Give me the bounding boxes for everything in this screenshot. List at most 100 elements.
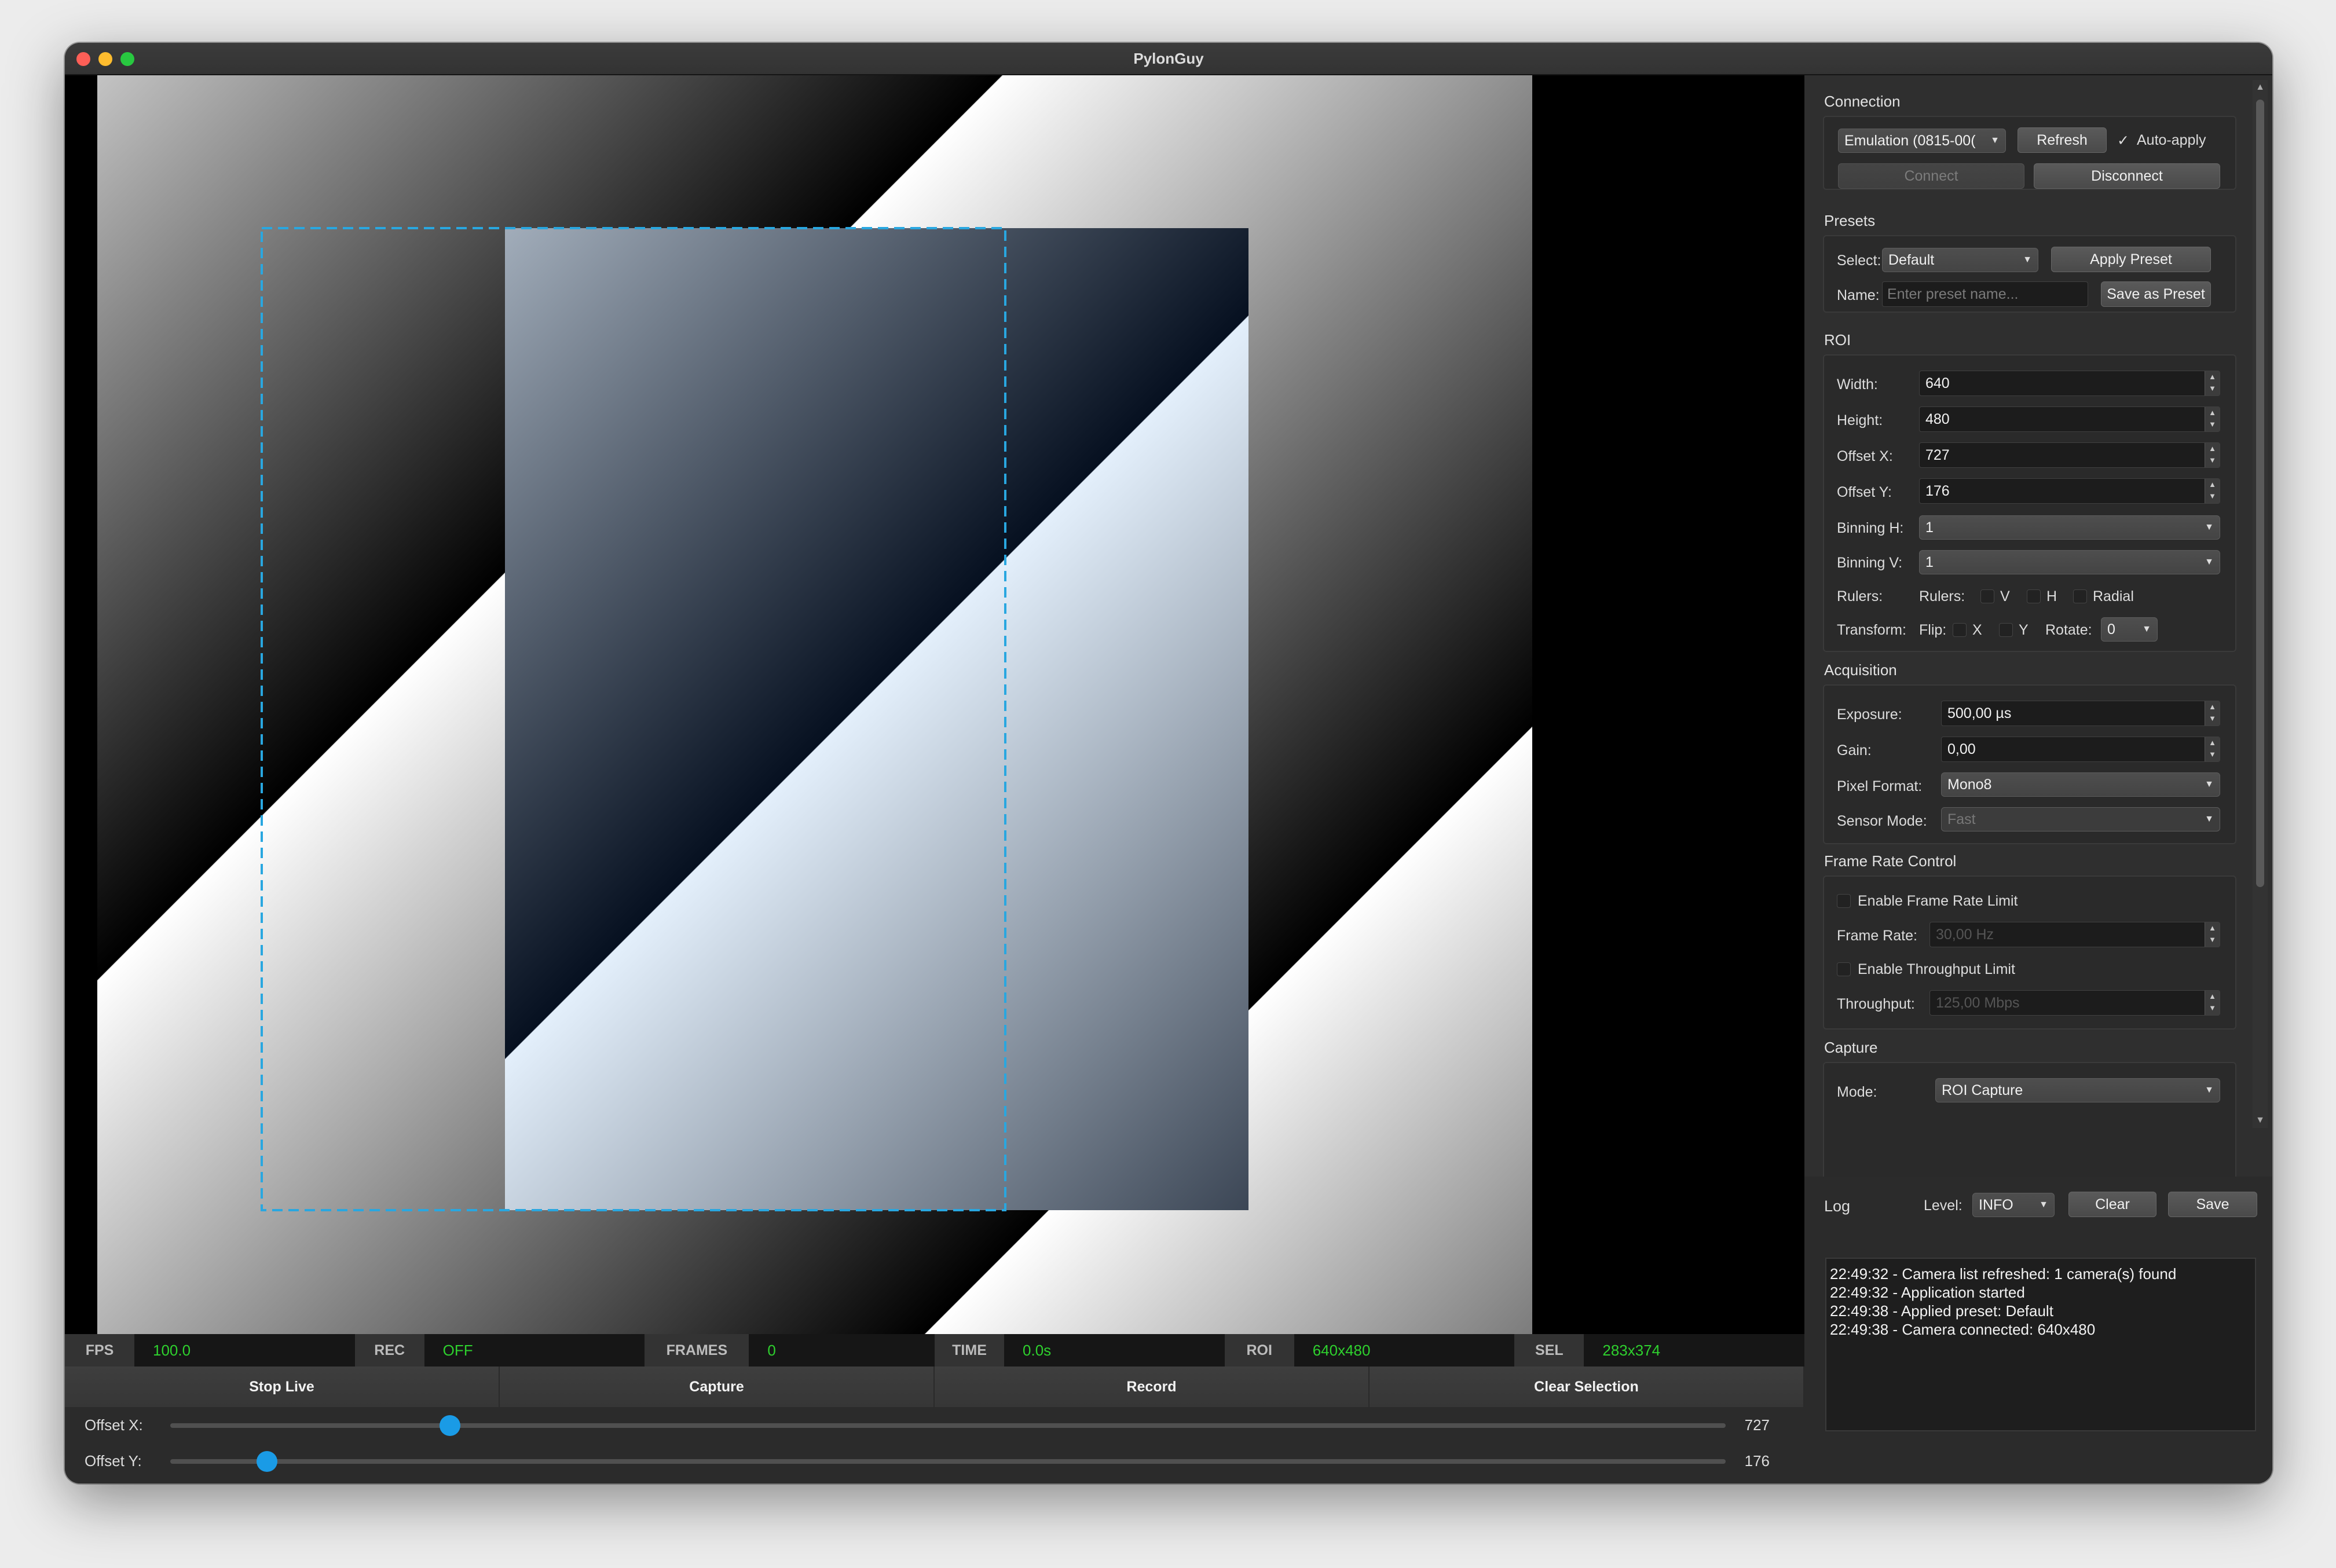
refresh-button[interactable]: Refresh — [2018, 127, 2107, 153]
flip-x-label: X — [1972, 622, 1982, 638]
gain-label: Gain: — [1837, 742, 1872, 759]
spin-arrows-icon[interactable]: ▲ ▼ — [2205, 443, 2220, 467]
scrollbar-thumb[interactable] — [2256, 100, 2264, 887]
roi-width-label: Width: — [1837, 376, 1878, 393]
log-level-select[interactable]: INFO ▼ — [1972, 1193, 2055, 1217]
frame-rate-spinbox[interactable]: 30,00 Hz ▲ ▼ — [1929, 922, 2220, 947]
camera-viewer[interactable] — [65, 75, 1804, 1334]
pixel-format-select[interactable]: Mono8 ▼ — [1941, 772, 2220, 797]
capture-title: Capture — [1824, 1039, 1878, 1056]
camera-select[interactable]: Emulation (0815-00(▼ — [1838, 129, 2006, 153]
apply-preset-button[interactable]: Apply Preset — [2051, 247, 2211, 272]
capture-button[interactable]: Capture — [500, 1366, 935, 1407]
roi-offset-x-label: Offset X: — [1837, 448, 1893, 464]
preset-select-label: Select: — [1837, 252, 1881, 269]
binning-v-label: Binning V: — [1837, 555, 1903, 571]
flip-y-checkbox[interactable] — [1999, 623, 2013, 637]
clear-selection-button[interactable]: Clear Selection — [1370, 1366, 1804, 1407]
exposure-label: Exposure: — [1837, 706, 1902, 723]
status-roi: ROI 640x480 — [1224, 1334, 1515, 1366]
offset-x-row: Offset X: 727 — [65, 1407, 1804, 1443]
ruler-v-checkbox[interactable] — [1980, 589, 1994, 603]
capture-mode-select[interactable]: ROI Capture ▼ — [1935, 1078, 2220, 1102]
binning-v-select[interactable]: 1 ▼ — [1919, 550, 2220, 574]
settings-scrollbar[interactable]: ▲ ▼ — [2253, 80, 2268, 1128]
save-log-button[interactable]: Save — [2168, 1192, 2257, 1217]
spin-arrows-icon[interactable]: ▲ ▼ — [2205, 922, 2220, 947]
chevron-down-icon: ▼ — [2205, 1085, 2214, 1095]
flip-x-checkbox[interactable] — [1953, 623, 1967, 637]
rulers-label: Rulers: — [1837, 588, 1883, 605]
scroll-down-icon[interactable]: ▼ — [2255, 1115, 2265, 1126]
ruler-radial-label: Radial — [2093, 588, 2134, 605]
roi-group: Width: 640 ▲ ▼ Height: 480 ▲ ▼ Offset X: 727… — [1823, 354, 2236, 652]
action-bar: Stop Live Capture Record Clear Selection — [65, 1366, 1804, 1407]
offset-x-slider[interactable] — [170, 1423, 1726, 1428]
gain-spinbox[interactable]: 0,00 ▲ ▼ — [1941, 737, 2220, 762]
sensor-mode-label: Sensor Mode: — [1837, 813, 1927, 829]
roi-offset-y-spinbox[interactable]: 176 ▲ ▼ — [1919, 478, 2220, 504]
ruler-radial-checkbox[interactable] — [2073, 589, 2087, 603]
spin-arrows-icon[interactable]: ▲ ▼ — [2205, 991, 2220, 1015]
throughput-spinbox[interactable]: 125,00 Mbps ▲ ▼ — [1929, 990, 2220, 1016]
status-fps: FPS 100.0 — [65, 1334, 355, 1366]
spin-arrows-icon[interactable]: ▲ ▼ — [2205, 371, 2220, 395]
spin-arrows-icon[interactable]: ▲ ▼ — [2205, 407, 2220, 431]
spin-arrows-icon[interactable]: ▲ ▼ — [2205, 479, 2220, 503]
binning-h-select[interactable]: 1 ▼ — [1919, 515, 2220, 540]
ruler-v-label: V — [2000, 588, 2010, 605]
log-line: 22:49:38 - Camera connected: 640x480 — [1830, 1321, 2096, 1338]
chevron-down-icon: ▼ — [2205, 814, 2214, 824]
scroll-up-icon[interactable]: ▲ — [2255, 82, 2265, 93]
sensor-mode-select[interactable]: Fast ▼ — [1941, 807, 2220, 831]
roi-width-spinbox[interactable]: 640 ▲ ▼ — [1919, 371, 2220, 396]
enable-throughput-checkbox[interactable] — [1837, 962, 1851, 976]
chevron-down-icon: ▼ — [1990, 135, 2000, 145]
connection-title: Connection — [1824, 93, 1901, 110]
save-preset-button[interactable]: Save as Preset — [2101, 281, 2211, 307]
status-sel: SEL 283x374 — [1514, 1334, 1805, 1366]
ruler-h-checkbox[interactable] — [2027, 589, 2041, 603]
enable-frame-rate-label: Enable Frame Rate Limit — [1858, 893, 2018, 909]
flip-label: Flip: — [1919, 622, 1947, 638]
log-line: 22:49:38 - Applied preset: Default — [1830, 1302, 2053, 1320]
log-level-label: Level: — [1924, 1197, 1962, 1214]
clear-log-button[interactable]: Clear — [2068, 1192, 2156, 1217]
roi-height-spinbox[interactable]: 480 ▲ ▼ — [1919, 406, 2220, 432]
throughput-label: Throughput: — [1837, 996, 1915, 1012]
spin-arrows-icon[interactable]: ▲ ▼ — [2205, 737, 2220, 761]
settings-panel[interactable]: Connection Emulation (0815-00(▼ Refresh … — [1804, 75, 2272, 1177]
log-line: 22:49:32 - Application started — [1830, 1284, 2025, 1301]
log-output[interactable]: 22:49:32 - Camera list refreshed: 1 came… — [1825, 1258, 2256, 1431]
spin-arrows-icon[interactable]: ▲ ▼ — [2205, 701, 2220, 726]
offset-y-slider-handle[interactable] — [256, 1451, 277, 1472]
roi-title: ROI — [1824, 331, 1851, 349]
exposure-spinbox[interactable]: 500,00 µs ▲ ▼ — [1941, 701, 2220, 726]
stop-live-button[interactable]: Stop Live — [65, 1366, 500, 1407]
enable-frame-rate-checkbox[interactable] — [1837, 894, 1851, 908]
offset-y-label: Offset Y: — [85, 1452, 142, 1470]
auto-apply-checkbox[interactable]: Auto-apply — [2137, 132, 2206, 149]
roi-offset-x-spinbox[interactable]: 727 ▲ ▼ — [1919, 442, 2220, 468]
status-time: TIME 0.0s — [935, 1334, 1225, 1366]
capture-mode-label: Mode: — [1837, 1084, 1877, 1100]
capture-group: Mode: ROI Capture ▼ — [1823, 1062, 2236, 1177]
offset-y-value: 176 — [1744, 1452, 1770, 1470]
record-button[interactable]: Record — [935, 1366, 1370, 1407]
preset-select[interactable]: Default ▼ — [1882, 248, 2038, 272]
offset-y-slider[interactable] — [170, 1459, 1726, 1464]
rotate-select[interactable]: 0 ▼ — [2101, 617, 2158, 642]
offset-x-label: Offset X: — [85, 1416, 143, 1434]
status-bar: FPS 100.0 REC OFF FRAMES 0 TIME 0.0s ROI 640x… — [65, 1334, 1805, 1366]
offset-x-slider-handle[interactable] — [440, 1415, 461, 1436]
title-bar: PylonGuy — [65, 43, 2272, 75]
connection-group: Emulation (0815-00(▼ Refresh ✓ Auto-appl… — [1823, 116, 2236, 190]
rulers-inner-label: Rulers: — [1919, 588, 1965, 605]
connect-button[interactable]: Connect — [1838, 163, 2024, 189]
disconnect-button[interactable]: Disconnect — [2034, 163, 2220, 189]
offset-y-row: Offset Y: 176 — [65, 1443, 1804, 1479]
ruler-h-label: H — [2046, 588, 2057, 605]
auto-apply-check-icon[interactable]: ✓ — [2117, 132, 2129, 149]
log-title: Log — [1824, 1197, 1851, 1215]
preset-name-input[interactable]: Enter preset name... — [1882, 281, 2088, 307]
